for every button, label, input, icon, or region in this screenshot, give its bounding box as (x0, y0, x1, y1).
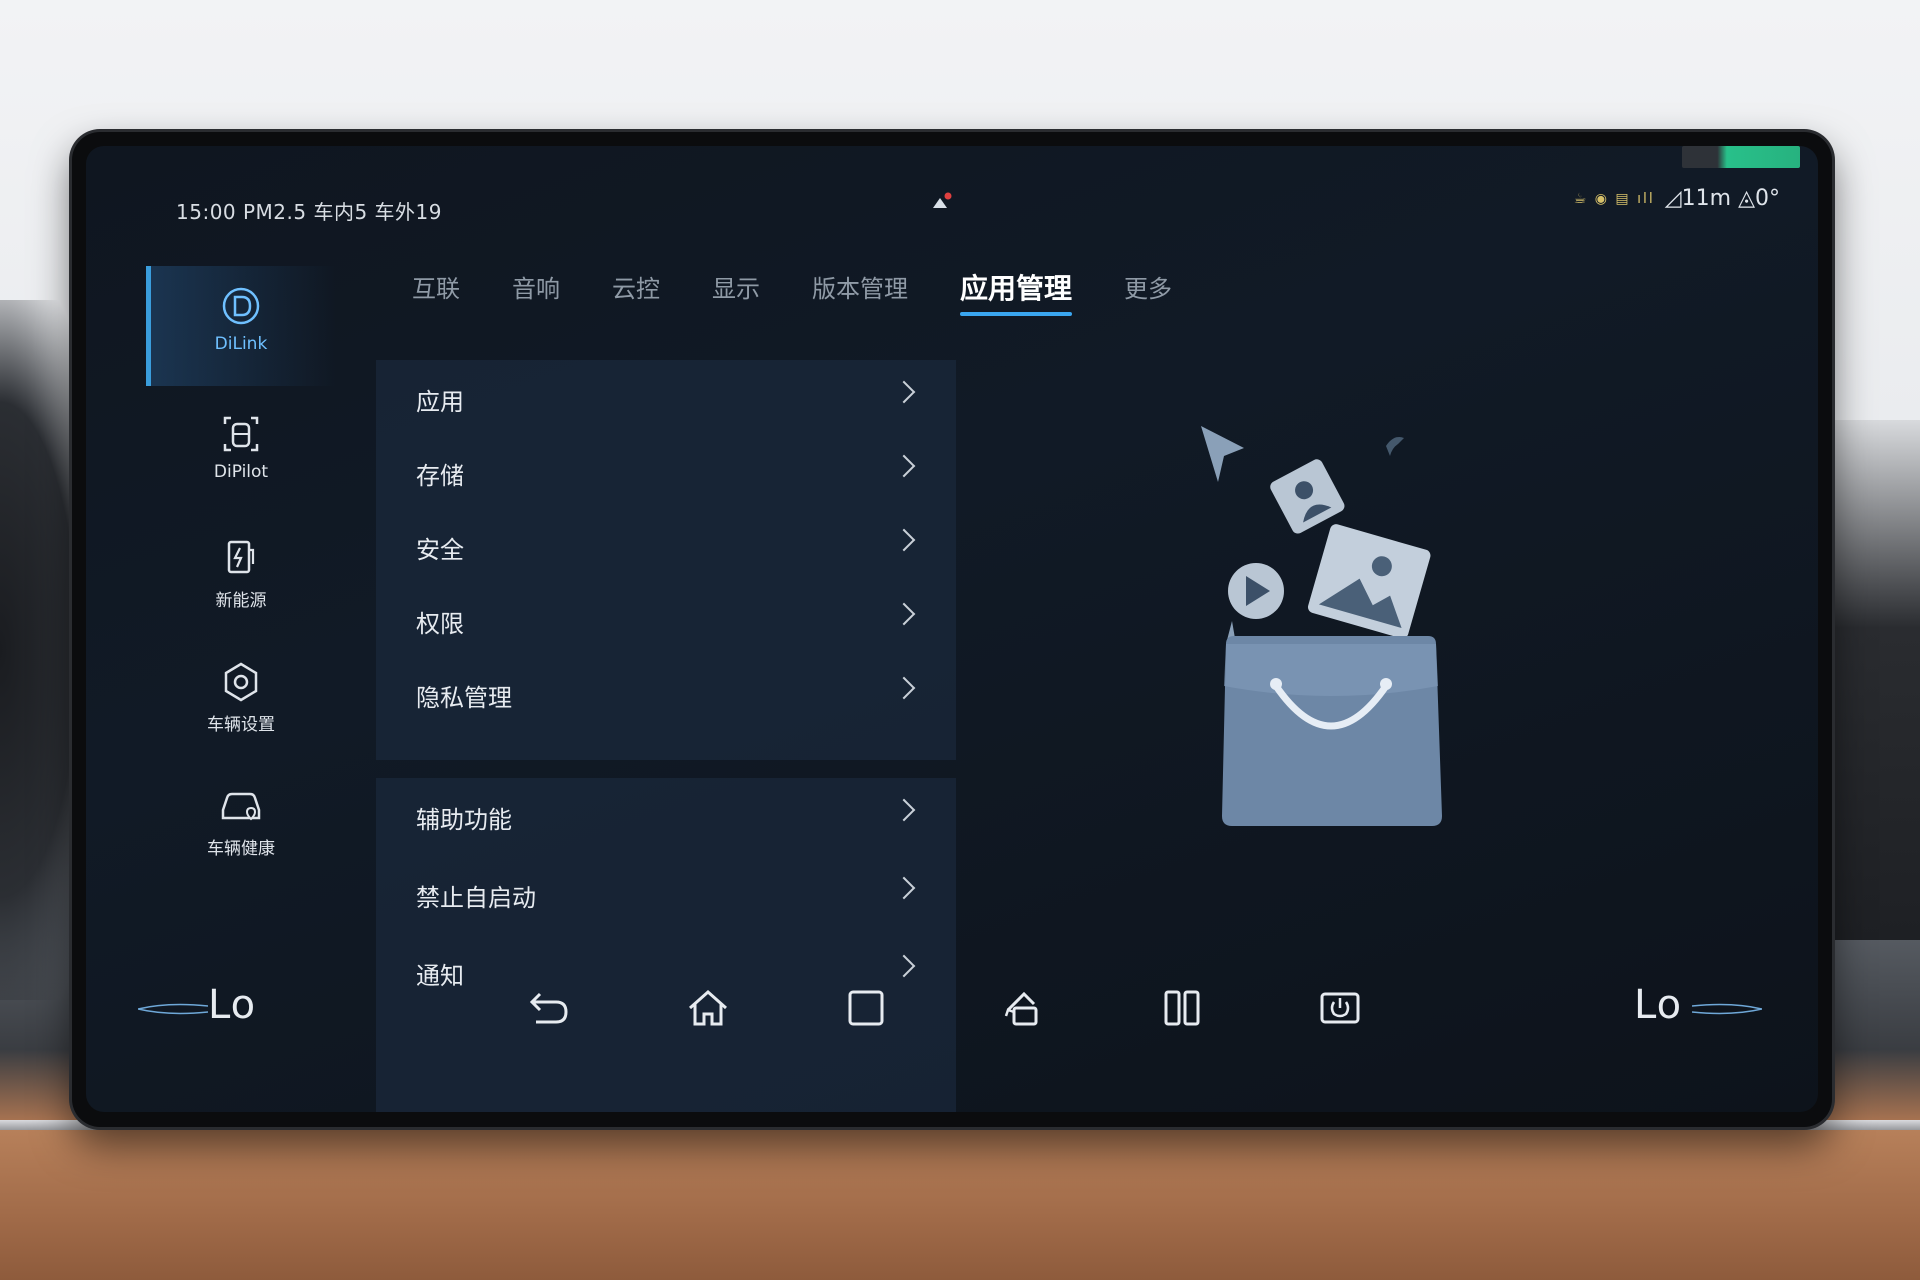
sidebar-item-label: DiPilot (213, 462, 269, 482)
menu-item-privacy[interactable]: 隐私管理 (376, 656, 956, 730)
chevron-right-icon (892, 454, 916, 478)
menu-item-accessibility[interactable]: 辅助功能 (376, 778, 956, 856)
glass-reflection (1682, 146, 1800, 168)
home-icon[interactable] (684, 986, 732, 1030)
recent-apps-icon[interactable] (842, 986, 890, 1030)
chevron-right-icon (892, 876, 916, 900)
sidebar: DiLink DiPilot 新能源 车辆设置 车辆健康 (146, 266, 346, 1006)
settings-tabs: 互联 音响 云控 显示 版本管理 应用管理 更多 (386, 264, 1198, 316)
status-mini-icons: ☕ ◉ ▤ ıll (1573, 190, 1655, 207)
menu-item-disable-autostart[interactable]: 禁止自启动 (376, 856, 956, 934)
sidebar-item-label: 车辆健康 (207, 839, 275, 859)
sidebar-item-dipilot[interactable]: DiPilot (146, 394, 336, 514)
tab-version[interactable]: 版本管理 (786, 264, 934, 314)
rotate-screen-icon[interactable] (1000, 986, 1048, 1030)
dashboard-leather (0, 1130, 1920, 1280)
left-temperature[interactable]: Lo (208, 982, 256, 1028)
tab-more[interactable]: 更多 (1098, 264, 1198, 314)
chevron-right-icon (892, 380, 916, 404)
menu-item-label: 隐私管理 (416, 684, 512, 712)
new-energy-icon (227, 540, 255, 574)
menu-item-label: 辅助功能 (416, 806, 512, 834)
sidebar-item-dilink[interactable]: DiLink (146, 266, 336, 386)
status-right: ☕ ◉ ▤ ıll ◿11m ◬0° (1574, 186, 1780, 211)
right-wing-decor (1692, 1003, 1762, 1015)
menu-group-2: 辅助功能 禁止自启动 通知 (376, 778, 956, 1112)
tab-audio[interactable]: 音响 (486, 264, 586, 314)
vehicle-health-icon (221, 792, 261, 821)
menu-item-label: 应用 (416, 388, 464, 416)
sidebar-item-label: DiLink (214, 334, 268, 354)
menu-group-1: 应用 存储 安全 权限 隐私管理 (376, 360, 956, 760)
sidebar-item-label: 车辆设置 (207, 715, 275, 735)
menu-item-security[interactable]: 安全 (376, 508, 956, 582)
chevron-right-icon (892, 602, 916, 626)
sidebar-item-new-energy[interactable]: 新能源 (146, 518, 336, 638)
infotainment-screen: 15:00 PM2.5 车内5 车外19 ☕ ◉ ▤ ıll ◿11m ◬0° … (86, 146, 1818, 1112)
split-screen-icon[interactable] (1158, 986, 1206, 1030)
gallery-icon (1307, 524, 1431, 639)
app-store-bag-illustration (1201, 426, 1442, 826)
right-temperature[interactable]: Lo (1634, 982, 1682, 1028)
vehicle-settings-icon (224, 662, 258, 702)
tab-app-management[interactable]: 应用管理 (934, 264, 1098, 316)
phone-icon (1386, 437, 1404, 456)
menu-item-label: 通知 (416, 962, 464, 990)
menu-item-permissions[interactable]: 权限 (376, 582, 956, 656)
left-wing-decor (138, 1003, 208, 1015)
menu-item-label: 安全 (416, 536, 464, 564)
sidebar-item-vehicle-settings[interactable]: 车辆设置 (146, 642, 336, 762)
back-icon[interactable] (526, 986, 574, 1030)
menu-item-label: 禁止自启动 (416, 884, 536, 912)
chevron-right-icon (892, 528, 916, 552)
menu-item-label: 权限 (416, 610, 464, 638)
dipilot-icon (223, 416, 259, 452)
status-signal-temp: ◿11m ◬0° (1664, 186, 1780, 211)
send-arrow-icon (1201, 426, 1244, 482)
chevron-right-icon (892, 798, 916, 822)
sidebar-item-vehicle-health[interactable]: 车辆健康 (146, 766, 336, 886)
tab-display[interactable]: 显示 (686, 264, 786, 314)
tab-interconnect[interactable]: 互联 (386, 264, 486, 314)
dilink-icon (222, 287, 260, 325)
screen-off-icon[interactable] (1316, 986, 1364, 1030)
menu-item-apps[interactable]: 应用 (376, 360, 956, 434)
sidebar-item-label: 新能源 (215, 591, 267, 611)
menu-item-label: 存储 (416, 462, 464, 490)
active-indicator (146, 266, 151, 386)
contact-card-icon (1270, 459, 1345, 534)
notification-bell-icon[interactable] (926, 190, 954, 218)
chevron-right-icon (892, 954, 916, 978)
tab-cloud-control[interactable]: 云控 (586, 264, 686, 314)
menu-item-storage[interactable]: 存储 (376, 434, 956, 508)
chevron-right-icon (892, 676, 916, 700)
status-time-air: 15:00 PM2.5 车内5 车外19 (176, 200, 443, 224)
